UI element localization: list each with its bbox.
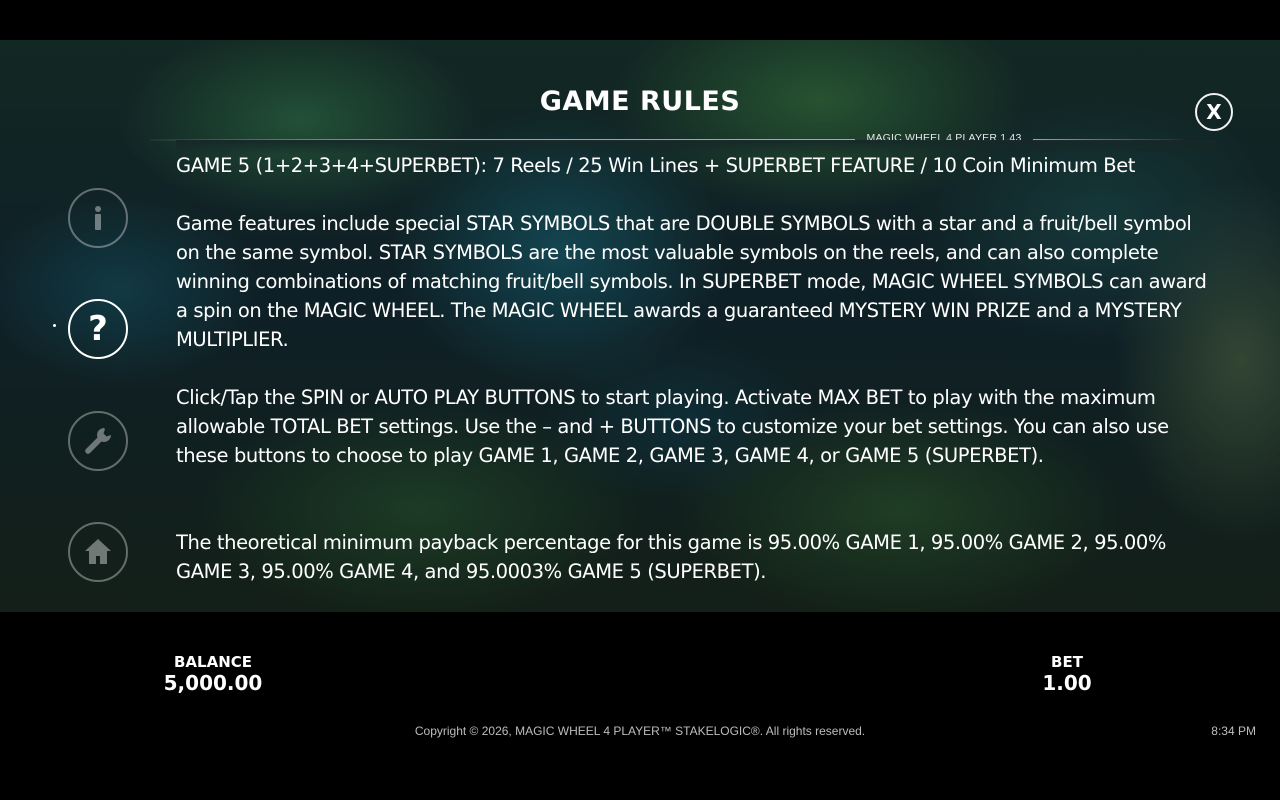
rules-text: GAME 5 (1+2+3+4+SUPERBET): 7 Reels / 25 … [176, 150, 1216, 586]
active-indicator-dot [53, 324, 56, 327]
rules-line-game5: GAME 5 (1+2+3+4+SUPERBET): 7 Reels / 25 … [176, 154, 1136, 177]
rules-paragraph-features: Game features include special STAR SYMBO… [176, 212, 1207, 351]
balance-label: BALANCE [173, 653, 253, 671]
game-screen: GAME RULES MAGIC WHEEL 4 PLAYER 1.43 X ?… [0, 0, 1280, 800]
wrench-icon [85, 428, 111, 454]
help-button[interactable]: ? [68, 299, 128, 359]
settings-button[interactable] [68, 411, 128, 471]
info-button[interactable] [68, 188, 128, 248]
copyright-text: Copyright © 2026, MAGIC WHEEL 4 PLAYER™ … [414, 724, 866, 738]
info-icon [95, 206, 101, 230]
rules-scroll-area[interactable]: GAME 5 (1+2+3+4+SUPERBET): 7 Reels / 25 … [176, 150, 1216, 610]
home-button[interactable] [68, 522, 128, 582]
close-icon: X [1206, 100, 1222, 124]
top-bar [0, 0, 1280, 40]
rules-paragraph-controls: Click/Tap the SPIN or AUTO PLAY BUTTONS … [176, 386, 1169, 467]
close-button[interactable]: X [1195, 93, 1233, 131]
bet-value: 1.00 [1042, 671, 1092, 695]
page-title: GAME RULES [539, 86, 741, 117]
question-icon: ? [88, 309, 108, 349]
scroll-fade-top [176, 140, 1216, 155]
footer-bar [0, 612, 1280, 800]
rules-paragraph-payback: The theoretical minimum payback percenta… [176, 531, 1167, 583]
balance-value: 5,000.00 [163, 671, 263, 695]
clock: 8:34 PM [1211, 724, 1256, 738]
home-icon [85, 539, 111, 564]
bet-label: BET [1051, 653, 1083, 671]
